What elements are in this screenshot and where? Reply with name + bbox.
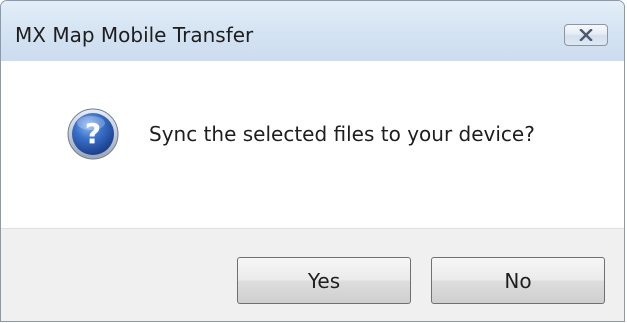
window-title: MX Map Mobile Transfer xyxy=(15,23,254,47)
dialog-message: Sync the selected files to your device? xyxy=(149,122,535,146)
close-button[interactable] xyxy=(564,24,608,46)
dialog-window: MX Map Mobile Transfer ? Sync the select… xyxy=(0,0,625,322)
svg-text:?: ? xyxy=(85,117,101,150)
close-icon xyxy=(579,29,593,41)
button-bar: Yes No xyxy=(1,228,624,321)
title-bar[interactable]: MX Map Mobile Transfer xyxy=(1,1,624,61)
question-icon: ? xyxy=(67,108,119,160)
yes-button[interactable]: Yes xyxy=(237,257,411,304)
dialog-content: ? Sync the selected files to your device… xyxy=(1,61,624,228)
no-button[interactable]: No xyxy=(431,257,605,304)
